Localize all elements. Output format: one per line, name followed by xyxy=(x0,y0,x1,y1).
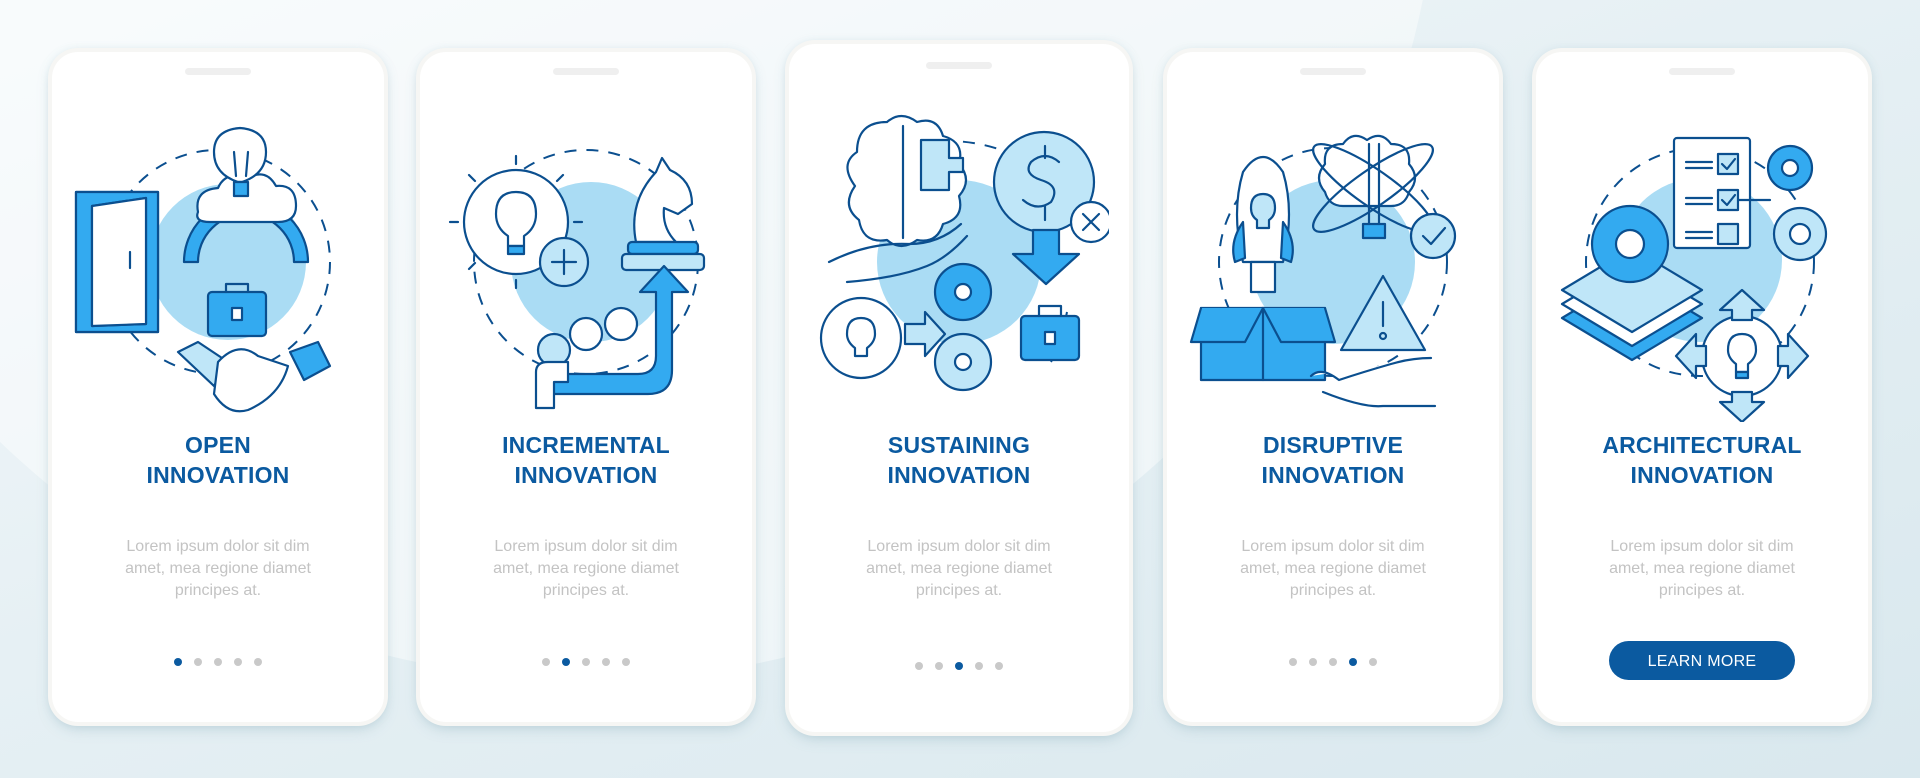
page-dot-4[interactable] xyxy=(1349,658,1357,666)
gears-icon xyxy=(1766,144,1828,262)
briefcase-icon xyxy=(206,282,268,338)
page-dot-1[interactable] xyxy=(542,658,550,666)
screen-title: OPEN INNOVATION xyxy=(146,432,290,488)
screen-description: Lorem ipsum dolor sit dim amet, mea regi… xyxy=(1609,538,1795,599)
disruptive-innovation-illustration xyxy=(1189,134,1457,408)
page-dot-5[interactable] xyxy=(622,658,630,666)
onboarding-screen-incremental-innovation: INCREMENTAL INNOVATION Lorem ipsum dolor … xyxy=(420,52,752,722)
onboarding-screen-open-innovation: OPEN INNOVATION Lorem ipsum dolor sit dim… xyxy=(52,52,384,722)
briefcase-icon xyxy=(1019,304,1081,362)
phone-notch xyxy=(553,68,619,75)
onboarding-screen-disruptive-innovation: DISRUPTIVE INNOVATION Lorem ipsum dolor s… xyxy=(1167,52,1499,722)
chess-knight-icon xyxy=(620,156,706,272)
page-dot-4[interactable] xyxy=(975,662,983,670)
box-icon xyxy=(1189,306,1337,382)
page-dot-2[interactable] xyxy=(562,658,570,666)
page-dot-5[interactable] xyxy=(254,658,262,666)
page-dot-5[interactable] xyxy=(995,662,1003,670)
pagination-dots xyxy=(420,658,752,666)
hand-icon xyxy=(1309,356,1437,408)
x-circle-icon xyxy=(1069,200,1109,244)
page-dot-3[interactable] xyxy=(1329,658,1337,666)
pagination-dots xyxy=(789,662,1129,670)
learn-more-button[interactable]: LEARN MORE xyxy=(1609,641,1795,680)
page-dot-3[interactable] xyxy=(955,662,963,670)
incremental-innovation-illustration xyxy=(448,149,706,410)
screen-title: INCREMENTAL INNOVATION xyxy=(502,432,670,488)
page-dot-2[interactable] xyxy=(194,658,202,666)
page-dot-4[interactable] xyxy=(234,658,242,666)
onboarding-screen-sustaining-innovation: SUSTAINING INNOVATION Lorem ipsum dolor s… xyxy=(789,44,1129,732)
screen-description: Lorem ipsum dolor sit dim amet, mea regi… xyxy=(866,538,1052,599)
page-dot-4[interactable] xyxy=(602,658,610,666)
architectural-innovation-illustration xyxy=(1560,136,1828,422)
page-dot-3[interactable] xyxy=(582,658,590,666)
phone-notch xyxy=(926,62,992,69)
onboarding-screen-architectural-innovation: ARCHITECTURAL INNOVATION Lorem ipsum dolo… xyxy=(1536,52,1868,722)
screen-description: Lorem ipsum dolor sit dim amet, mea regi… xyxy=(493,538,679,599)
page-dot-2[interactable] xyxy=(1309,658,1317,666)
lightbulb-cloud-icon xyxy=(196,126,298,224)
screen-description: Lorem ipsum dolor sit dim amet, mea regi… xyxy=(1240,538,1426,599)
page-dot-5[interactable] xyxy=(1369,658,1377,666)
page-dot-1[interactable] xyxy=(915,662,923,670)
phone-notch xyxy=(185,68,251,75)
screen-description: Lorem ipsum dolor sit dim amet, mea regi… xyxy=(125,538,311,599)
pagination-dots xyxy=(52,658,384,666)
phone-notch xyxy=(1300,68,1366,75)
pagination-dots xyxy=(1167,658,1499,666)
plus-circle-icon xyxy=(538,236,590,288)
page-dot-2[interactable] xyxy=(935,662,943,670)
phone-notch xyxy=(1669,68,1735,75)
sustaining-innovation-illustration xyxy=(819,114,1109,392)
screen-title: SUSTAINING INNOVATION xyxy=(887,432,1031,488)
page-dot-1[interactable] xyxy=(174,658,182,666)
open-door-icon xyxy=(74,190,160,334)
screen-title: DISRUPTIVE INNOVATION xyxy=(1261,432,1405,488)
page-dot-3[interactable] xyxy=(214,658,222,666)
screen-title: ARCHITECTURAL INNOVATION xyxy=(1602,432,1802,488)
page-dot-1[interactable] xyxy=(1289,658,1297,666)
check-circle-icon xyxy=(1409,212,1457,260)
open-innovation-illustration xyxy=(74,126,332,413)
handshake-icon xyxy=(176,340,332,413)
